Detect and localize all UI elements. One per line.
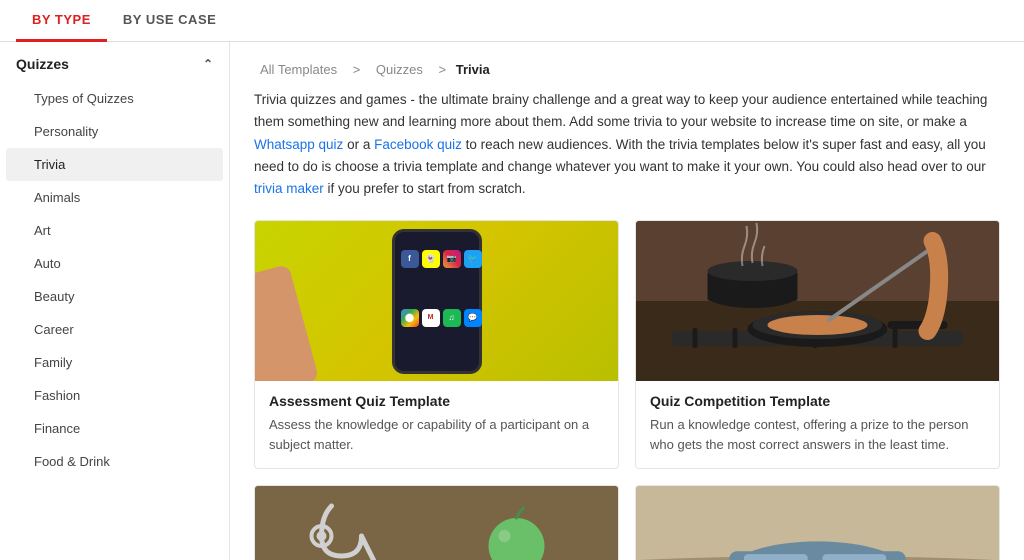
card-assessment-quiz[interactable]: f 👻 📷 🐦 ⬤ M ♫ 💬 Assessment Quiz Template <box>254 220 619 469</box>
app-snapchat-icon: 👻 <box>422 250 440 268</box>
sidebar-item-food-drink[interactable]: Food & Drink <box>6 445 223 478</box>
sidebar-item-art[interactable]: Art <box>6 214 223 247</box>
app-messenger-icon: 💬 <box>464 309 482 327</box>
sidebar-item-fashion[interactable]: Fashion <box>6 379 223 412</box>
card-title-assessment: Assessment Quiz Template <box>269 393 604 409</box>
facebook-quiz-link[interactable]: Facebook quiz <box>374 137 462 152</box>
sidebar-item-finance[interactable]: Finance <box>6 412 223 445</box>
sidebar-item-family[interactable]: Family <box>6 346 223 379</box>
card-desc-competition: Run a knowledge contest, offering a priz… <box>650 415 985 454</box>
card-title-competition: Quiz Competition Template <box>650 393 985 409</box>
app-twitter-icon: 🐦 <box>464 250 482 268</box>
card-body-assessment: Assessment Quiz Template Assess the know… <box>255 381 618 468</box>
hand-shape <box>255 264 319 381</box>
sidebar-item-auto[interactable]: Auto <box>6 247 223 280</box>
top-nav: BY TYPE BY USE CASE <box>0 0 1024 42</box>
card-body-competition: Quiz Competition Template Run a knowledg… <box>636 381 999 468</box>
tab-by-use-case[interactable]: BY USE CASE <box>107 0 232 42</box>
sidebar: Quizzes ⌃ Types of Quizzes Personality T… <box>0 42 230 560</box>
app-spotify-icon: ♫ <box>443 309 461 327</box>
card-desc-assessment: Assess the knowledge or capability of a … <box>269 415 604 454</box>
sidebar-section-label: Quizzes <box>16 56 69 72</box>
card-health-quiz[interactable]: Health Quiz Template Test your audience'… <box>254 485 619 560</box>
card-quiz-competition[interactable]: Quiz Competition Template Run a knowledg… <box>635 220 1000 469</box>
sidebar-section-quizzes[interactable]: Quizzes ⌃ <box>0 42 229 82</box>
sidebar-item-trivia[interactable]: Trivia <box>6 148 223 181</box>
health-svg <box>255 486 618 560</box>
main-layout: Quizzes ⌃ Types of Quizzes Personality T… <box>0 42 1024 560</box>
phone-mockup: f 👻 📷 🐦 ⬤ M ♫ 💬 <box>392 229 482 374</box>
card-image-phone: f 👻 📷 🐦 ⬤ M ♫ 💬 <box>255 221 618 381</box>
card-auto-quiz[interactable]: Auto Quiz Template Engage car enthusiast… <box>635 485 1000 560</box>
page-description: Trivia quizzes and games - the ultimate … <box>254 89 1000 200</box>
breadcrumb-separator-1: > <box>353 62 364 77</box>
chevron-up-icon: ⌃ <box>203 57 213 71</box>
app-chrome-icon: ⬤ <box>401 309 419 327</box>
breadcrumb-all-templates[interactable]: All Templates <box>260 62 337 77</box>
app-facebook-icon: f <box>401 250 419 268</box>
sidebar-item-personality[interactable]: Personality <box>6 115 223 148</box>
breadcrumb-trivia: Trivia <box>456 62 490 77</box>
app-instagram-icon: 📷 <box>443 250 461 268</box>
car-svg <box>636 486 999 560</box>
trivia-maker-link[interactable]: trivia maker <box>254 181 324 196</box>
sidebar-item-career[interactable]: Career <box>6 313 223 346</box>
sidebar-item-beauty[interactable]: Beauty <box>6 280 223 313</box>
app-gmail-icon: M <box>422 309 440 327</box>
card-image-car <box>636 486 999 560</box>
whatsapp-quiz-link[interactable]: Whatsapp quiz <box>254 137 343 152</box>
card-image-cooking <box>636 221 999 381</box>
breadcrumb-separator-2: > <box>439 62 450 77</box>
sidebar-item-types-of-quizzes[interactable]: Types of Quizzes <box>6 82 223 115</box>
breadcrumb-quizzes[interactable]: Quizzes <box>376 62 423 77</box>
sidebar-item-animals[interactable]: Animals <box>6 181 223 214</box>
cards-grid: f 👻 📷 🐦 ⬤ M ♫ 💬 Assessment Quiz Template <box>254 220 1000 560</box>
card-image-health <box>255 486 618 560</box>
breadcrumb: All Templates > Quizzes > Trivia <box>254 62 1000 77</box>
content-area: All Templates > Quizzes > Trivia Trivia … <box>230 42 1024 560</box>
cooking-svg <box>636 221 999 381</box>
tab-by-type[interactable]: BY TYPE <box>16 0 107 42</box>
